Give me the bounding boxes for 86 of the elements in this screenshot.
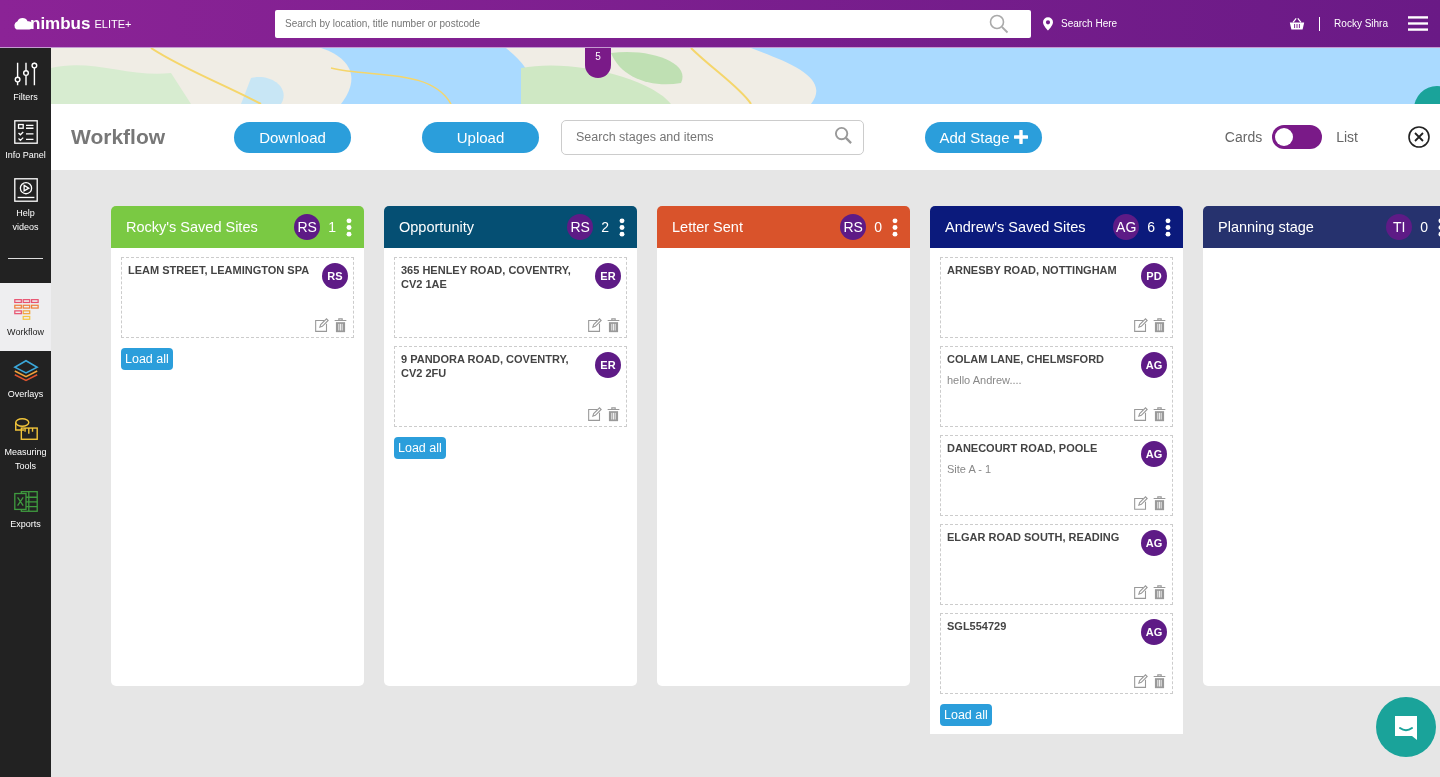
avatar: ER bbox=[595, 263, 621, 289]
sidebar-item[interactable]: Overlays bbox=[0, 351, 51, 409]
site-title: SGL554729 bbox=[947, 619, 1008, 633]
item-count: 0 bbox=[1420, 219, 1428, 235]
sidebar-item[interactable]: Filters bbox=[0, 54, 51, 112]
site-card[interactable]: LEAM STREET, LEAMINGTON SPA RS bbox=[121, 257, 354, 338]
edit-icon[interactable] bbox=[1133, 496, 1148, 511]
chat-button[interactable] bbox=[1376, 697, 1436, 757]
site-title: ARNESBY ROAD, NOTTINGHAM bbox=[947, 263, 1118, 277]
sidebar-item[interactable]: Info Panel bbox=[0, 112, 51, 170]
avatar: RS bbox=[294, 214, 321, 240]
trash-icon[interactable] bbox=[333, 318, 348, 333]
close-icon[interactable] bbox=[1408, 126, 1430, 148]
site-card[interactable]: 9 PANDORA ROAD, COVENTRY, CV2 2FU ER bbox=[394, 346, 627, 427]
edit-icon[interactable] bbox=[1133, 407, 1148, 422]
page-title: Workflow bbox=[71, 125, 167, 149]
item-count: 6 bbox=[1147, 219, 1155, 235]
site-note: Site A - 1 bbox=[947, 463, 993, 475]
trash-icon[interactable] bbox=[606, 318, 621, 333]
menu-icon[interactable] bbox=[1408, 15, 1428, 32]
sidebar-item[interactable]: Help videos bbox=[0, 170, 51, 242]
site-card[interactable]: SGL554729 AG bbox=[940, 613, 1173, 694]
sidebar-item[interactable]: Measuring Tools bbox=[0, 409, 51, 481]
avatar: AG bbox=[1141, 530, 1167, 556]
trash-icon[interactable] bbox=[606, 407, 621, 422]
column-title: Planning stage bbox=[1218, 219, 1315, 235]
more-icon[interactable] bbox=[619, 217, 625, 237]
plus-icon bbox=[1013, 130, 1028, 144]
avatar: AG bbox=[1141, 441, 1167, 467]
edit-icon[interactable] bbox=[587, 318, 602, 333]
view-toggle[interactable] bbox=[1272, 125, 1323, 149]
column-title: Rocky's Saved Sites bbox=[126, 219, 259, 235]
site-card[interactable]: DANECOURT ROAD, POOLE Site A - 1 AG bbox=[940, 435, 1173, 516]
avatar: RS bbox=[322, 263, 348, 289]
site-title: COLAM LANE, CHELMSFORD bbox=[947, 352, 1106, 366]
search-icon[interactable] bbox=[834, 125, 853, 145]
view-label: Cards bbox=[1224, 129, 1263, 145]
sidebar-item[interactable]: Exports bbox=[0, 481, 51, 539]
search-here-button[interactable]: Search Here bbox=[1043, 16, 1118, 31]
user-name[interactable]: Rocky Sihra bbox=[1334, 18, 1388, 29]
edit-icon[interactable] bbox=[1133, 674, 1148, 689]
site-title: LEAM STREET, LEAMINGTON SPA bbox=[128, 263, 311, 277]
search-icon[interactable] bbox=[989, 13, 1009, 34]
video-icon bbox=[11, 176, 40, 204]
trash-icon[interactable] bbox=[1152, 674, 1167, 689]
site-card[interactable]: COLAM LANE, CHELMSFORD hello Andrew.... AG bbox=[940, 346, 1173, 427]
column-title: Letter Sent bbox=[672, 219, 744, 235]
edit-icon[interactable] bbox=[587, 407, 602, 422]
site-title: ELGAR ROAD SOUTH, READING bbox=[947, 530, 1121, 544]
site-title: 9 PANDORA ROAD, COVENTRY, CV2 2FU bbox=[401, 352, 570, 380]
site-title: DANECOURT ROAD, POOLE bbox=[947, 441, 1099, 455]
avatar: PD bbox=[1141, 263, 1167, 289]
avatar: ER bbox=[595, 352, 621, 378]
location-pin-icon bbox=[1043, 16, 1053, 31]
trash-icon[interactable] bbox=[1152, 407, 1167, 422]
search-field[interactable]: Search by location, title number or postcode bbox=[275, 9, 1031, 38]
map-marker[interactable]: 5 bbox=[585, 48, 611, 78]
avatar: AG bbox=[1141, 619, 1167, 645]
column-title: Andrew's Saved Sites bbox=[945, 219, 1087, 235]
avatar: TI bbox=[1386, 214, 1413, 240]
trash-icon[interactable] bbox=[1152, 318, 1167, 333]
trash-icon[interactable] bbox=[1152, 585, 1167, 600]
logo[interactable]: nimbus ELITE+ bbox=[12, 13, 275, 34]
search-field[interactable]: Search stages and items bbox=[561, 119, 864, 155]
edit-icon[interactable] bbox=[1133, 585, 1148, 600]
site-card[interactable]: ELGAR ROAD SOUTH, READING AG bbox=[940, 524, 1173, 605]
avatar: RS bbox=[840, 214, 867, 240]
column-title: Opportunity bbox=[399, 219, 475, 235]
basket-icon[interactable] bbox=[1289, 16, 1306, 31]
item-count: 2 bbox=[601, 219, 609, 235]
trash-icon[interactable] bbox=[1152, 496, 1167, 511]
checklist-icon bbox=[11, 118, 40, 146]
edit-icon[interactable] bbox=[1133, 318, 1148, 333]
item-count: 1 bbox=[328, 219, 336, 235]
site-title: 365 HENLEY ROAD, COVENTRY, CV2 1AE bbox=[401, 263, 572, 291]
sidebar-item[interactable]: Workflow bbox=[0, 283, 51, 351]
view-label: List bbox=[1336, 129, 1358, 145]
avatar: RS bbox=[567, 214, 594, 240]
site-card[interactable]: ARNESBY ROAD, NOTTINGHAM PD bbox=[940, 257, 1173, 338]
more-icon[interactable] bbox=[1165, 217, 1171, 237]
site-note: hello Andrew.... bbox=[947, 374, 1023, 386]
avatar: AG bbox=[1113, 214, 1140, 240]
edit-icon[interactable] bbox=[314, 318, 329, 333]
site-card[interactable]: 365 HENLEY ROAD, COVENTRY, CV2 1AE ER bbox=[394, 257, 627, 338]
avatar: AG bbox=[1141, 352, 1167, 378]
item-count: 0 bbox=[874, 219, 882, 235]
